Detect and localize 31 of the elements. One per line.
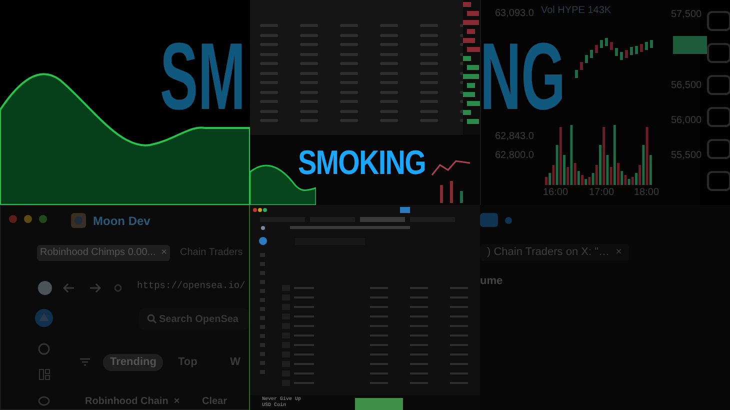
window-title: Moon Dev: [93, 214, 150, 228]
search-icon: [147, 314, 157, 324]
logo-icon: [35, 309, 53, 327]
price-tag-icon: [673, 36, 707, 54]
axis-label: 62,800.0: [495, 151, 534, 161]
axis-label: 55,500: [671, 151, 702, 161]
axis-label: 57,500: [671, 10, 702, 20]
axis-label: 63,093.0: [495, 9, 534, 19]
app-icon: [71, 213, 86, 228]
grid-icon: [39, 369, 50, 380]
tab-button-icon: [480, 213, 498, 227]
column-header: ume: [480, 275, 503, 288]
circle-icon: [38, 396, 50, 406]
dot-icon: [505, 217, 512, 224]
url-field[interactable]: https://opensea.io/: [137, 280, 246, 292]
headline-text: SM: [160, 30, 246, 125]
forward-arrow-icon: [89, 283, 101, 293]
headline-text: NG: [480, 30, 566, 125]
caption-text: SMOKING: [298, 146, 426, 180]
profile-icon: [38, 281, 52, 295]
reload-icon: [114, 284, 122, 292]
volume-label: Vol HYPE 143K: [541, 6, 612, 16]
axis-label: 56,000: [671, 116, 702, 126]
time-label: 17:00: [589, 188, 614, 198]
axis-label: 62,843.0: [495, 132, 534, 142]
time-label: 16:00: [543, 188, 568, 198]
axis-label: 56,500: [671, 81, 702, 91]
filter-icon: [80, 358, 90, 366]
back-arrow-icon: [63, 283, 75, 293]
time-label: 18:00: [634, 188, 660, 198]
highlight-block-icon: [355, 398, 403, 410]
